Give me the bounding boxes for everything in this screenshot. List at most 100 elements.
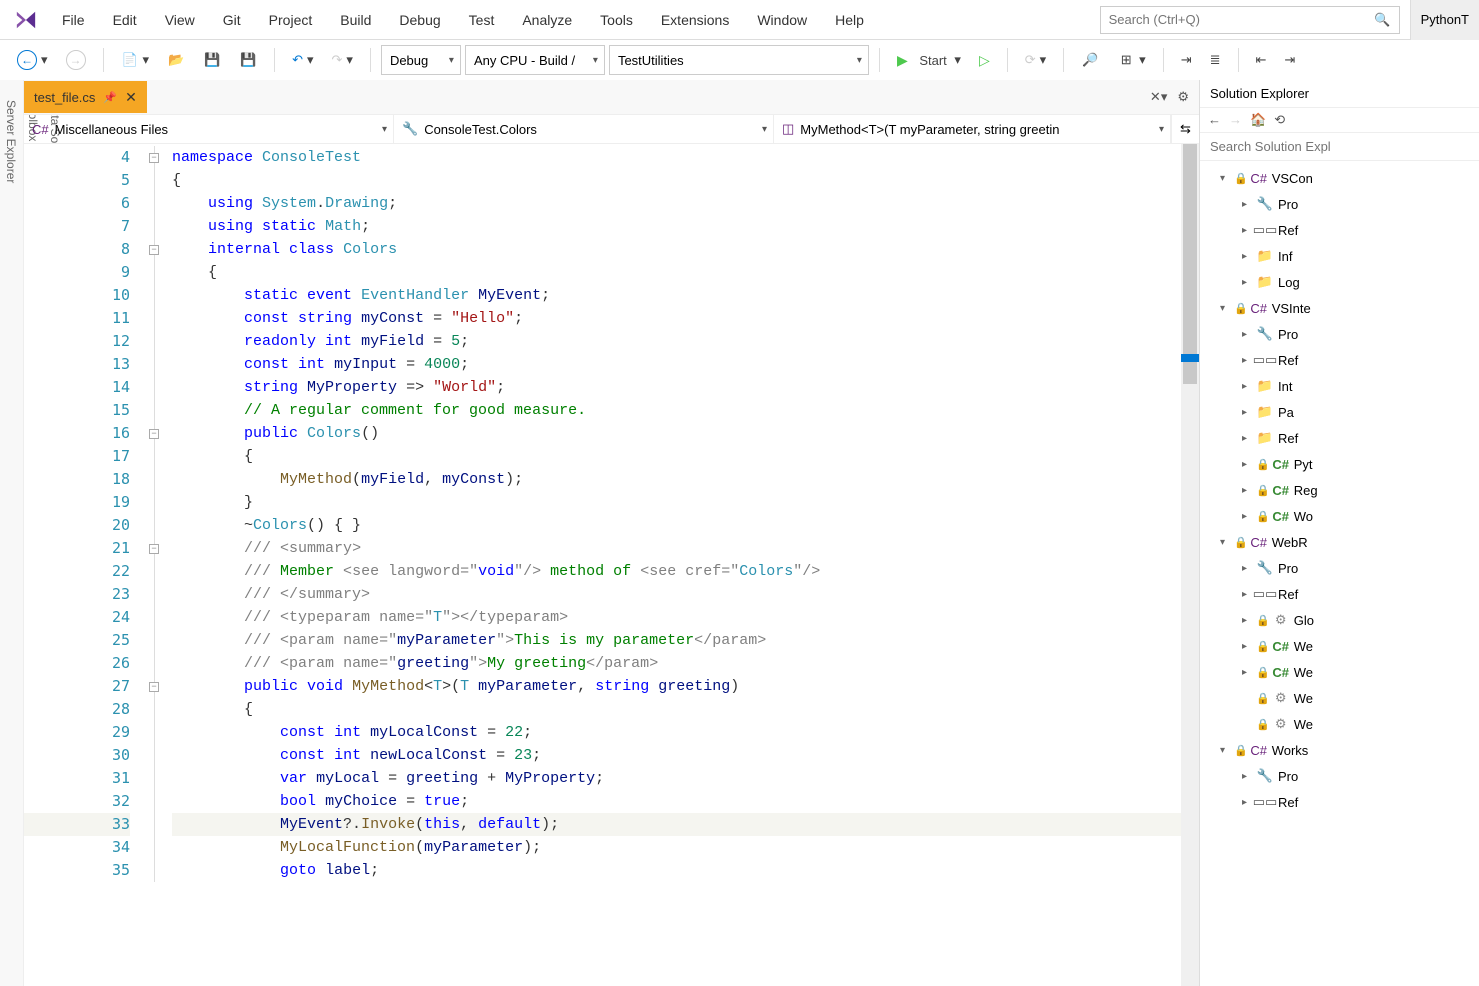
- new-item-button[interactable]: 📄▾: [114, 46, 157, 74]
- fold-toggle-icon[interactable]: −: [144, 537, 164, 560]
- tree-node-we[interactable]: 🔒⚙We: [1200, 685, 1479, 711]
- tree-expander-icon[interactable]: ▾: [1220, 173, 1234, 184]
- tree-node-wo[interactable]: ▸🔒C#Wo: [1200, 503, 1479, 529]
- tree-expander-icon[interactable]: ▸: [1242, 277, 1256, 288]
- fold-column[interactable]: − − − − −: [144, 144, 164, 986]
- tree-node-glo[interactable]: ▸🔒⚙Glo: [1200, 607, 1479, 633]
- tree-node-pro[interactable]: ▸🔧Pro: [1200, 321, 1479, 347]
- preview-tab-icon[interactable]: ✕▾: [1150, 89, 1167, 105]
- exp-home-icon[interactable]: 🏠: [1250, 112, 1266, 128]
- layout-button[interactable]: ⊞▾: [1110, 46, 1153, 74]
- pin-icon[interactable]: 📌: [103, 91, 117, 104]
- tree-expander-icon[interactable]: ▸: [1242, 199, 1256, 210]
- tree-node-ref[interactable]: ▸▭▭Ref: [1200, 581, 1479, 607]
- tree-expander-icon[interactable]: ▸: [1242, 667, 1256, 678]
- tree-node-pro[interactable]: ▸🔧Pro: [1200, 191, 1479, 217]
- code-editor[interactable]: 4567891011121314151617181920212223242526…: [24, 144, 1199, 986]
- side-tab-server-explorer[interactable]: Server Explorer: [0, 90, 22, 986]
- menu-build[interactable]: Build: [326, 0, 385, 40]
- tree-expander-icon[interactable]: ▸: [1242, 381, 1256, 392]
- menu-test[interactable]: Test: [455, 0, 509, 40]
- search-input[interactable]: [1109, 12, 1391, 27]
- tree-expander-icon[interactable]: ▸: [1242, 615, 1256, 626]
- split-editor-button[interactable]: ⇆: [1171, 115, 1199, 143]
- fold-toggle-icon[interactable]: −: [144, 146, 164, 169]
- tree-node-webr[interactable]: ▾🔒C#WebR: [1200, 529, 1479, 555]
- nav-forward-button[interactable]: →: [59, 45, 93, 75]
- start-debug-button[interactable]: ▶ Start ▾: [890, 47, 968, 74]
- fold-toggle-icon[interactable]: −: [144, 422, 164, 445]
- tree-expander-icon[interactable]: ▸: [1242, 771, 1256, 782]
- menu-extensions[interactable]: Extensions: [647, 0, 743, 40]
- right-panel-button[interactable]: PythonT: [1410, 0, 1479, 40]
- tree-expander-icon[interactable]: ▸: [1242, 485, 1256, 496]
- intellisense-button[interactable]: ≣: [1203, 47, 1228, 73]
- outdent-button[interactable]: ⇥: [1277, 47, 1302, 73]
- tree-node-vsinte[interactable]: ▾🔒C#VSInte: [1200, 295, 1479, 321]
- menu-git[interactable]: Git: [209, 0, 255, 40]
- tree-expander-icon[interactable]: ▸: [1242, 329, 1256, 340]
- code-content[interactable]: namespace ConsoleTest{ using System.Draw…: [164, 144, 1181, 986]
- explorer-search-input[interactable]: [1200, 133, 1479, 161]
- menu-debug[interactable]: Debug: [385, 0, 454, 40]
- open-button[interactable]: 📂: [160, 46, 192, 74]
- tree-expander-icon[interactable]: ▸: [1242, 511, 1256, 522]
- tree-node-ref[interactable]: ▸📁Ref: [1200, 425, 1479, 451]
- tree-node-ref[interactable]: ▸▭▭Ref: [1200, 217, 1479, 243]
- fold-toggle-icon[interactable]: −: [144, 238, 164, 261]
- exp-sync-icon[interactable]: ⟲: [1274, 112, 1285, 128]
- settings-gear-icon[interactable]: ⚙: [1177, 89, 1189, 105]
- menu-window[interactable]: Window: [743, 0, 821, 40]
- indent-button[interactable]: ⇤: [1249, 47, 1274, 73]
- solution-tree[interactable]: ▾🔒C#VSCon▸🔧Pro▸▭▭Ref▸📁Inf▸📁Log▾🔒C#VSInte…: [1200, 161, 1479, 986]
- tree-expander-icon[interactable]: ▾: [1220, 537, 1234, 548]
- exp-back-icon[interactable]: ←: [1208, 112, 1221, 128]
- tree-node-ref[interactable]: ▸▭▭Ref: [1200, 789, 1479, 815]
- tree-expander-icon[interactable]: ▾: [1220, 745, 1234, 756]
- scroll-thumb[interactable]: [1183, 144, 1197, 384]
- save-all-button[interactable]: 💾: [232, 46, 264, 74]
- tree-expander-icon[interactable]: ▸: [1242, 407, 1256, 418]
- class-nav-combo[interactable]: 🔧 ConsoleTest.Colors: [394, 115, 774, 143]
- tree-node-pro[interactable]: ▸🔧Pro: [1200, 763, 1479, 789]
- menu-view[interactable]: View: [151, 0, 209, 40]
- menu-file[interactable]: File: [48, 0, 99, 40]
- configuration-combo[interactable]: Debug: [381, 45, 461, 75]
- tree-node-reg[interactable]: ▸🔒C#Reg: [1200, 477, 1479, 503]
- menu-help[interactable]: Help: [821, 0, 878, 40]
- tree-expander-icon[interactable]: ▸: [1242, 641, 1256, 652]
- file-tab-active[interactable]: test_file.cs 📌 ✕: [24, 81, 147, 113]
- menu-tools[interactable]: Tools: [586, 0, 647, 40]
- redo-button[interactable]: ↷▾: [325, 47, 360, 73]
- tree-node-ref[interactable]: ▸▭▭Ref: [1200, 347, 1479, 373]
- tree-node-we[interactable]: ▸🔒C#We: [1200, 633, 1479, 659]
- quick-search-box[interactable]: 🔍: [1100, 6, 1400, 34]
- startup-project-combo[interactable]: TestUtilities: [609, 45, 869, 75]
- show-whitespace-button[interactable]: ⇥: [1174, 47, 1199, 73]
- tree-expander-icon[interactable]: ▸: [1242, 433, 1256, 444]
- menu-analyze[interactable]: Analyze: [508, 0, 586, 40]
- tree-expander-icon[interactable]: ▸: [1242, 251, 1256, 262]
- tree-node-we[interactable]: 🔒⚙We: [1200, 711, 1479, 737]
- tree-node-pro[interactable]: ▸🔧Pro: [1200, 555, 1479, 581]
- tree-node-vscon[interactable]: ▾🔒C#VSCon: [1200, 165, 1479, 191]
- project-nav-combo[interactable]: C# Miscellaneous Files: [24, 115, 394, 143]
- tree-node-works[interactable]: ▾🔒C#Works: [1200, 737, 1479, 763]
- start-without-debug-button[interactable]: ▷: [972, 47, 997, 74]
- tree-node-int[interactable]: ▸📁Int: [1200, 373, 1479, 399]
- save-button[interactable]: 💾: [196, 46, 228, 74]
- close-tab-icon[interactable]: ✕: [125, 89, 137, 106]
- exp-forward-icon[interactable]: →: [1229, 112, 1242, 128]
- tree-node-pa[interactable]: ▸📁Pa: [1200, 399, 1479, 425]
- vertical-scrollbar[interactable]: [1181, 144, 1199, 986]
- fold-toggle-icon[interactable]: −: [144, 675, 164, 698]
- menu-project[interactable]: Project: [255, 0, 327, 40]
- tree-node-pyt[interactable]: ▸🔒C#Pyt: [1200, 451, 1479, 477]
- member-nav-combo[interactable]: ◫ MyMethod<T>(T myParameter, string gree…: [774, 115, 1171, 143]
- menu-edit[interactable]: Edit: [99, 0, 151, 40]
- tree-expander-icon[interactable]: ▸: [1242, 459, 1256, 470]
- nav-back-button[interactable]: ←▾: [10, 45, 55, 75]
- find-in-files-button[interactable]: 🔎: [1074, 46, 1106, 74]
- refresh-button[interactable]: ⟳▾: [1018, 47, 1053, 73]
- tree-node-we[interactable]: ▸🔒C#We: [1200, 659, 1479, 685]
